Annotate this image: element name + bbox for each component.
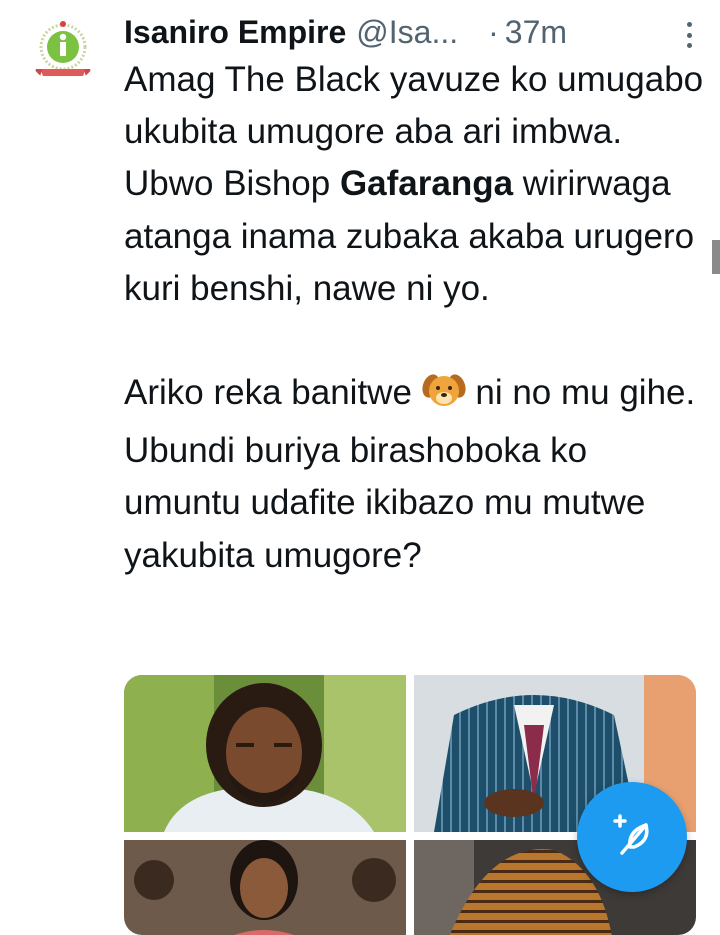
tweet-header: Isaniro Empire @Isa... · 37m bbox=[124, 10, 694, 54]
more-options-icon[interactable] bbox=[686, 22, 692, 48]
scrollbar-thumb[interactable] bbox=[712, 240, 720, 274]
woman-in-crowd-photo[interactable] bbox=[124, 840, 406, 935]
compose-tweet-button[interactable] bbox=[577, 782, 687, 892]
feather-plus-icon bbox=[613, 814, 649, 855]
dog-face-icon bbox=[422, 370, 466, 425]
separator-dot: · bbox=[488, 13, 499, 50]
author-avatar[interactable] bbox=[28, 14, 98, 84]
tweet-text: Amag The Black yavuze ko umugabo ukubita… bbox=[124, 54, 709, 582]
tweet-timestamp[interactable]: 37m bbox=[505, 14, 567, 51]
man-with-dreadlocks-photo[interactable] bbox=[124, 675, 406, 832]
tweet-paragraph-2: Ariko reka banitwe ni no mu gihe. Ubundi… bbox=[124, 367, 709, 582]
isaniro-empire-logo-icon bbox=[34, 21, 92, 77]
tweet-paragraph-1: Amag The Black yavuze ko umugabo ukubita… bbox=[124, 60, 704, 308]
author-name[interactable]: Isaniro Empire bbox=[124, 14, 346, 51]
bold-name: Gafaranga bbox=[339, 164, 514, 204]
author-handle[interactable]: @Isa... bbox=[356, 14, 458, 51]
